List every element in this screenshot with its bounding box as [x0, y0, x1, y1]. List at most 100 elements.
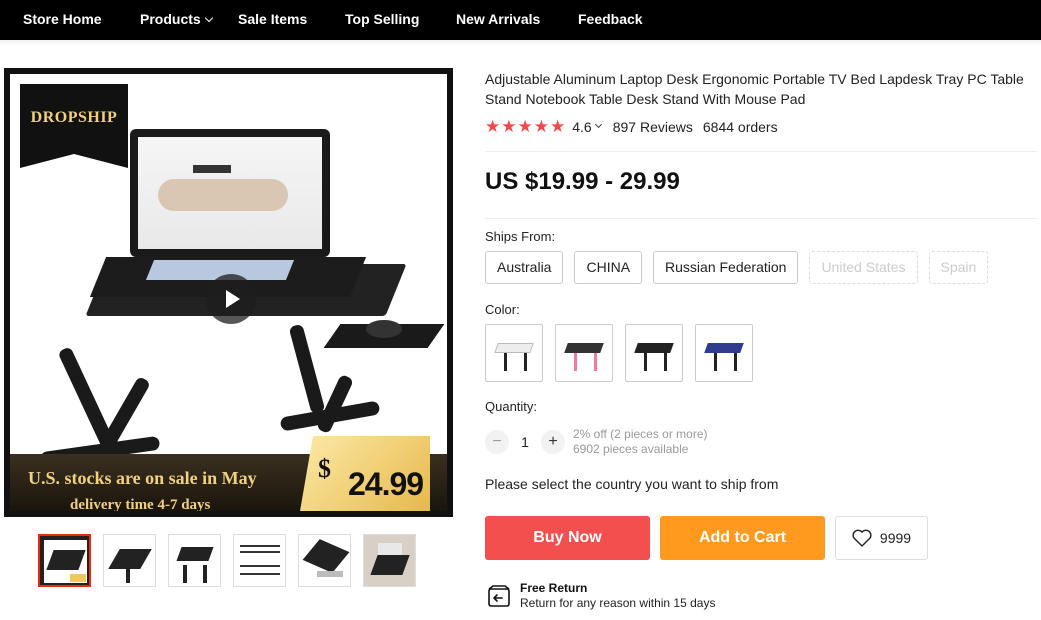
- free-return-text: Free Return Return for any reason within…: [520, 581, 715, 611]
- desk-leg: [594, 353, 597, 371]
- mouse: [366, 320, 402, 338]
- nav-feedback[interactable]: Feedback: [578, 11, 643, 27]
- main-image-canvas: DROPSHIP U.S. stocks are on sale in May …: [10, 74, 447, 511]
- top-nav: Store Home Products Sale Items Top Selli…: [0, 0, 1041, 40]
- thumbnail-5[interactable]: [298, 534, 351, 587]
- nav-products[interactable]: Products: [140, 11, 213, 27]
- free-return-info: Free Return Return for any reason within…: [487, 581, 715, 611]
- person-figure: [158, 179, 288, 211]
- wishlist-button[interactable]: 9999: [835, 516, 928, 560]
- orders-count: 6844 orders: [702, 118, 778, 135]
- add-to-cart-button[interactable]: Add to Cart: [660, 516, 825, 560]
- laptop-screen: [130, 129, 330, 257]
- desk-leg: [714, 353, 717, 371]
- blue-desk-icon: [704, 343, 744, 353]
- color-option-2[interactable]: [555, 324, 613, 382]
- play-video-button[interactable]: [206, 274, 256, 324]
- color-label: Color:: [485, 302, 520, 317]
- quantity-increase-button[interactable]: +: [541, 430, 565, 454]
- desk-leg: [288, 323, 326, 415]
- buy-now-button[interactable]: Buy Now: [485, 516, 650, 560]
- main-product-image[interactable]: DROPSHIP U.S. stocks are on sale in May …: [4, 68, 453, 517]
- quantity-decrease-button[interactable]: −: [485, 430, 509, 454]
- laptop-display: [138, 137, 322, 249]
- thumbnail-3[interactable]: [168, 534, 221, 587]
- ships-from-options: Australia CHINA Russian Federation Unite…: [485, 251, 989, 284]
- thumbnail-parts: [240, 565, 280, 575]
- product-price: US $19.99 - 29.99: [485, 168, 680, 195]
- promo-price-currency: $: [318, 454, 331, 483]
- thumbnail-strip: [38, 534, 428, 587]
- promo-line-1: U.S. stocks are on sale in May: [28, 468, 257, 488]
- thumbnail-laptop: [378, 543, 402, 555]
- free-return-subtitle: Return for any reason within 15 days: [520, 596, 716, 610]
- quantity-stepper: − 1 + 2% off (2 pieces or more) 6902 pie…: [485, 427, 708, 457]
- nav-new-arrivals[interactable]: New Arrivals: [456, 11, 540, 27]
- quantity-label: Quantity:: [485, 399, 538, 414]
- wishlist-count: 9999: [879, 530, 912, 546]
- thumbnail-1[interactable]: [38, 534, 91, 587]
- rating-value[interactable]: 4.6: [572, 119, 591, 135]
- color-option-1[interactable]: [485, 324, 543, 382]
- ship-option-russian-federation[interactable]: Russian Federation: [653, 251, 799, 284]
- star-icon: ★: [517, 117, 533, 136]
- white-desk-icon: [494, 343, 534, 353]
- ship-option-australia[interactable]: Australia: [485, 251, 564, 284]
- ships-from-label: Ships From:: [485, 229, 556, 244]
- quantity-discount: 2% off (2 pieces or more): [573, 427, 708, 441]
- thumbnail-leg: [126, 565, 130, 583]
- desk-leg: [504, 353, 507, 371]
- desk-leg: [524, 353, 527, 371]
- thumbnail-2[interactable]: [103, 534, 156, 587]
- thumbnail-6[interactable]: [363, 534, 416, 587]
- dropship-badge-label: DROPSHIP: [30, 109, 118, 126]
- product-title: Adjustable Aluminum Laptop Desk Ergonomi…: [485, 71, 1024, 107]
- free-return-title: Free Return: [520, 581, 588, 595]
- star-icon: ★: [550, 117, 566, 136]
- ship-option-china[interactable]: CHINA: [574, 251, 643, 284]
- ship-country-message: Please select the country you want to sh…: [485, 476, 779, 492]
- thumbnail-desk: [370, 555, 410, 575]
- heart-icon: [852, 529, 872, 547]
- promo-price-tag: $ 24.99: [300, 436, 430, 511]
- star-icon: ★: [501, 117, 517, 136]
- thumbnail-leg: [183, 565, 187, 583]
- color-options: [485, 324, 765, 382]
- divider: [485, 151, 1037, 152]
- mini-desk: [193, 165, 231, 173]
- promo-price-amount: 24.99: [348, 466, 424, 502]
- dropship-badge: DROPSHIP: [20, 84, 128, 168]
- desk-leg: [734, 353, 737, 371]
- nav-sale-items[interactable]: Sale Items: [238, 11, 307, 27]
- rating-stars: ★ ★ ★ ★ ★: [485, 118, 566, 135]
- thumbnail-4[interactable]: [233, 534, 286, 587]
- nav-products-label: Products: [140, 11, 201, 27]
- quantity-info: 2% off (2 pieces or more) 6902 pieces av…: [573, 427, 708, 457]
- nav-top-selling[interactable]: Top Selling: [345, 11, 419, 27]
- star-icon: ★: [485, 117, 501, 136]
- nav-store-home[interactable]: Store Home: [23, 11, 102, 27]
- star-icon: ★: [533, 117, 549, 136]
- black-desk-icon: [634, 343, 674, 353]
- desk-leg: [644, 353, 647, 371]
- thumbnail-parts: [240, 545, 280, 553]
- divider: [485, 218, 1037, 219]
- chevron-down-icon[interactable]: [594, 120, 602, 129]
- pink-desk-icon: [564, 343, 604, 353]
- color-option-3[interactable]: [625, 324, 683, 382]
- color-option-4[interactable]: [695, 324, 753, 382]
- thumbnail-desk: [302, 539, 350, 573]
- desk-leg: [664, 353, 667, 371]
- nav-shadow: [0, 40, 1041, 46]
- thumbnail-parts: [317, 571, 343, 577]
- rating-row: ★ ★ ★ ★ ★ 4.6 897 Reviews 6844 orders: [485, 118, 778, 135]
- return-icon: [488, 585, 510, 607]
- ship-option-spain: Spain: [928, 251, 989, 284]
- thumbnail-desk: [176, 547, 214, 561]
- reviews-link[interactable]: 897 Reviews: [613, 119, 693, 135]
- thumbnail-price-tag: [70, 574, 86, 582]
- quantity-value[interactable]: 1: [509, 434, 541, 450]
- promo-line-2: delivery time 4-7 days: [70, 497, 211, 511]
- ship-option-united-states: United States: [809, 251, 918, 284]
- thumbnail-leg: [203, 565, 207, 583]
